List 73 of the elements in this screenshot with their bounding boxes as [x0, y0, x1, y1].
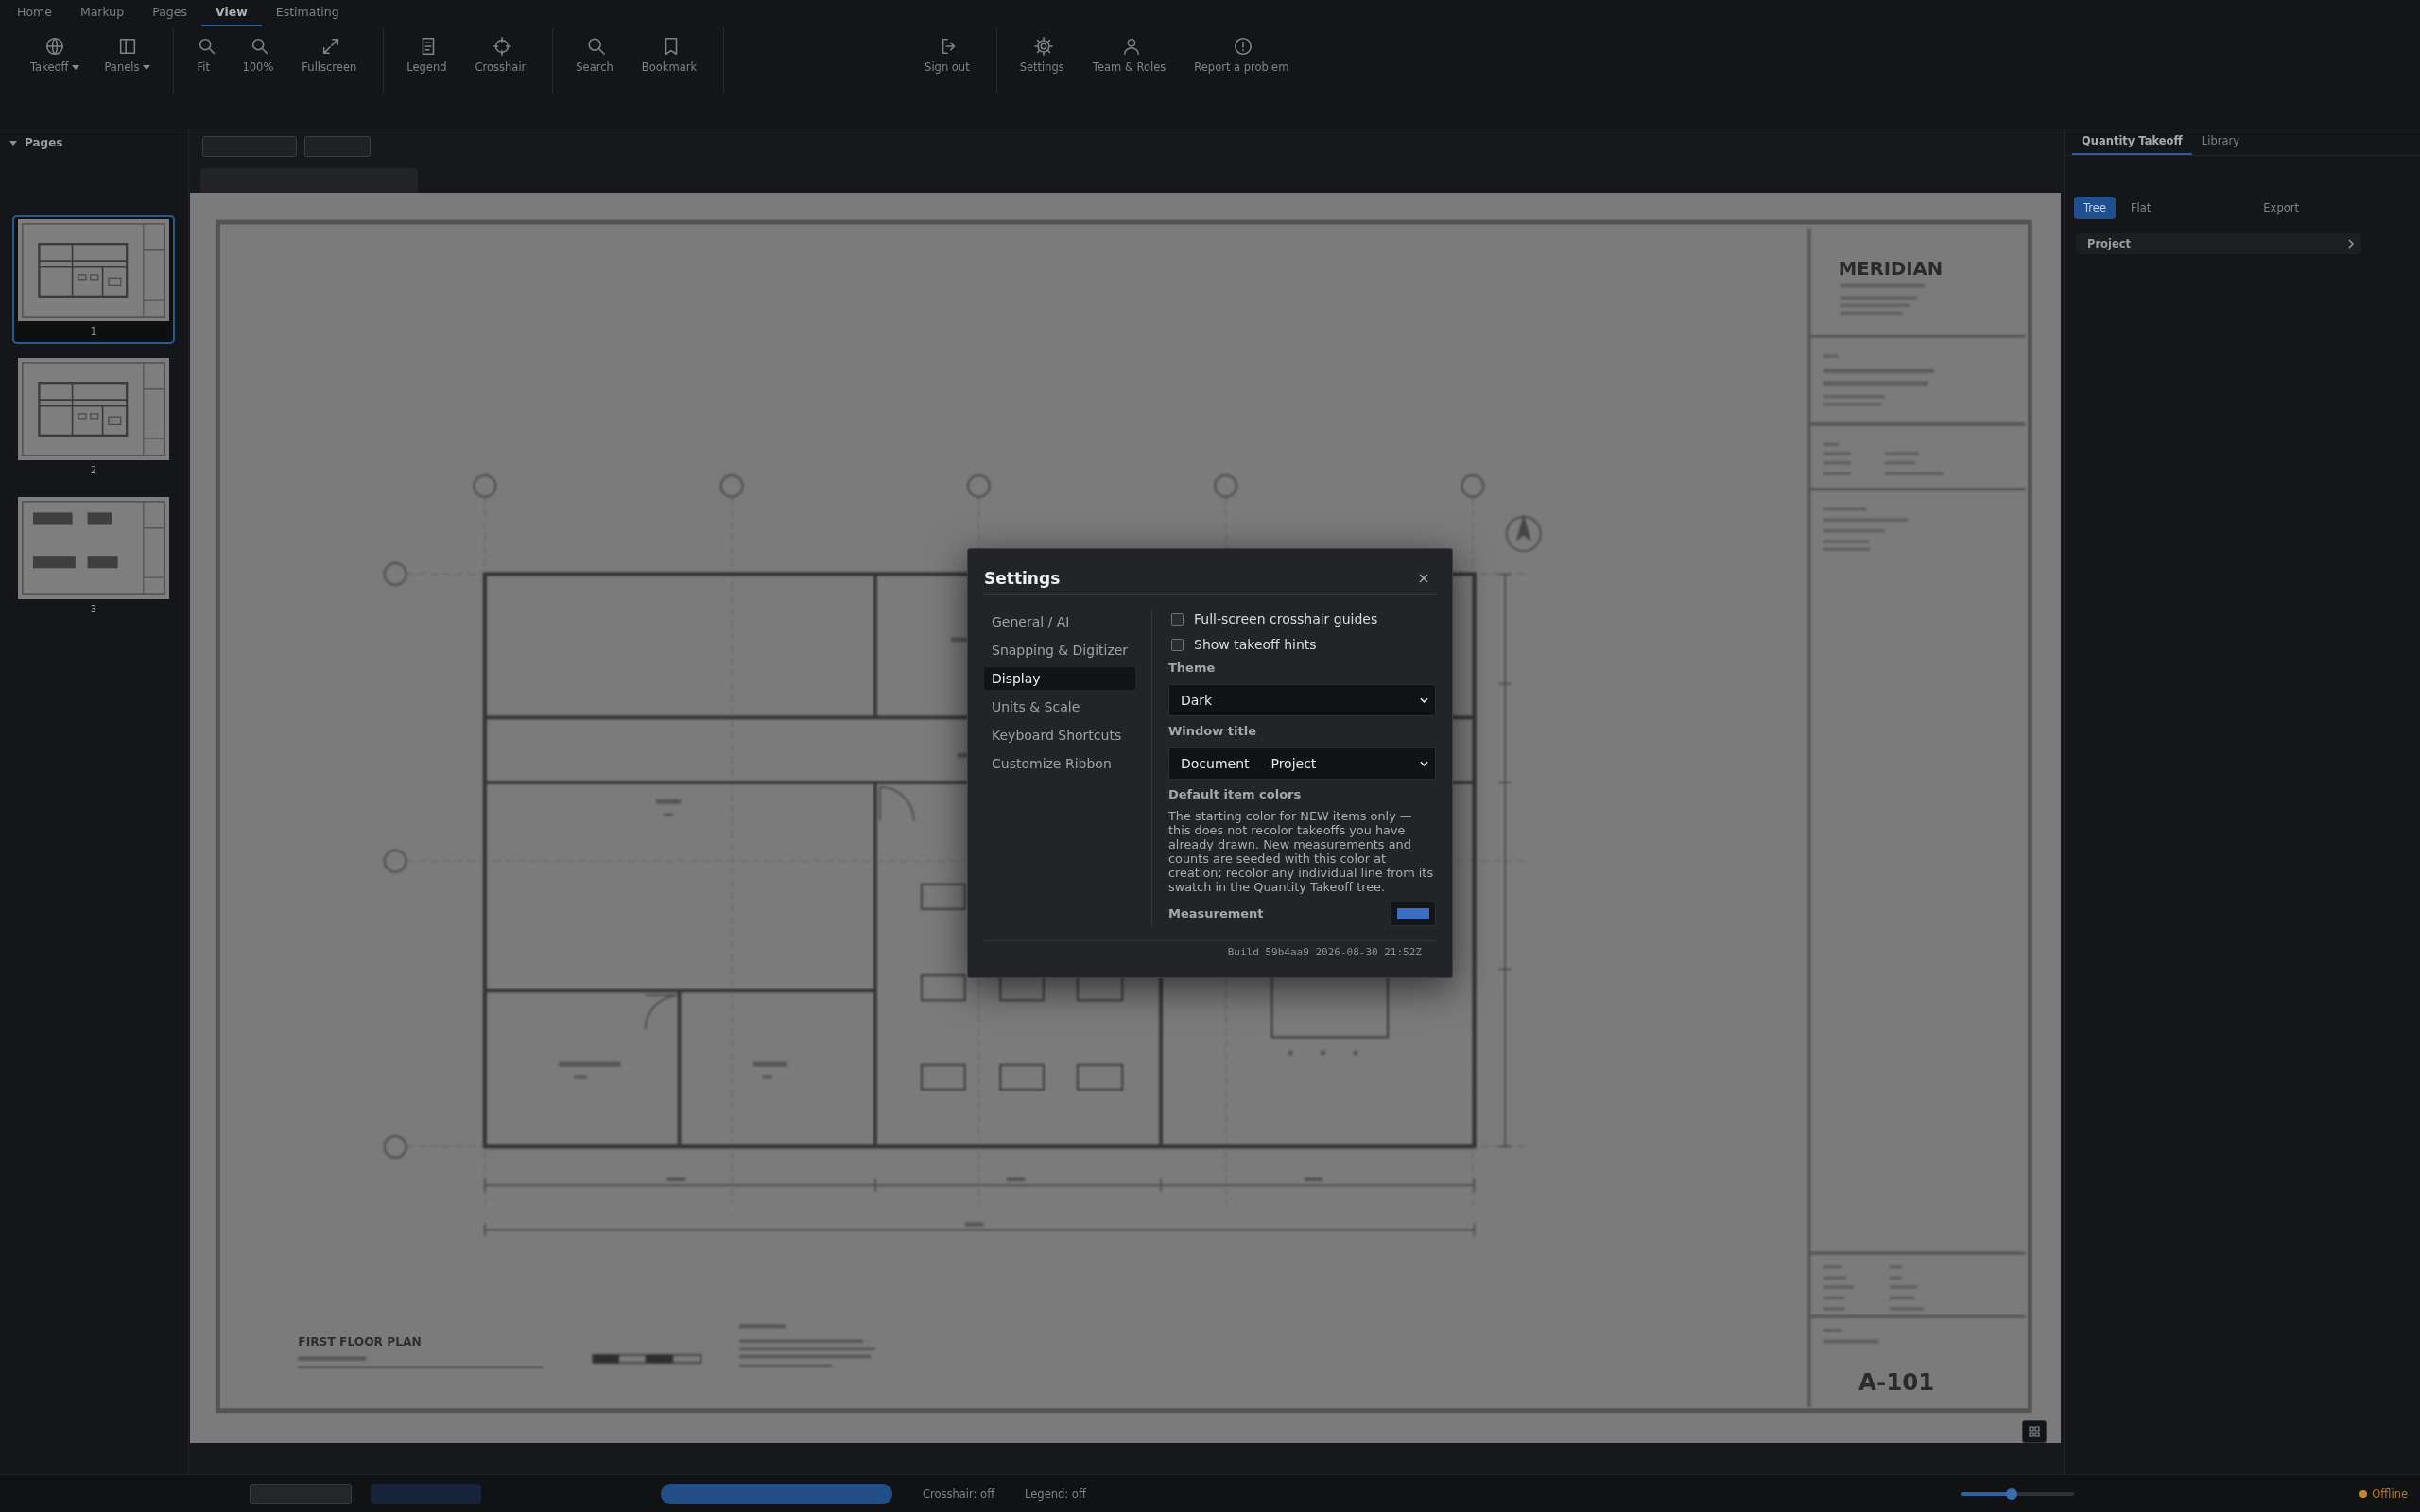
drawing-title: FIRST FLOOR PLAN	[298, 1335, 422, 1349]
settings-nav-item[interactable]: General / AI	[984, 610, 1135, 633]
page-thumbnail[interactable]: 2	[12, 354, 175, 483]
ribbon-button[interactable]: Fit	[187, 28, 228, 74]
color-label: Measurement	[1168, 906, 1264, 921]
checkbox-label: Show takeoff hints	[1194, 636, 1317, 653]
grid-icon	[2029, 1426, 2040, 1437]
section-title: Default item colors	[1168, 787, 1303, 802]
settings-nav-item[interactable]: Keyboard Shortcuts	[984, 724, 1135, 747]
view-button[interactable]	[2022, 1420, 2047, 1443]
sheet-number: A-101	[1858, 1368, 1935, 1397]
search-icon	[586, 36, 608, 57]
ribbon-tab[interactable]: Estimating	[261, 0, 354, 26]
caret-icon	[143, 64, 151, 70]
ribbon-button[interactable]: Sign out	[915, 28, 983, 74]
panel-tab[interactable]: Quantity Takeoff	[2072, 129, 2192, 155]
ribbon-button[interactable]: 100%	[233, 28, 287, 74]
settings-nav-item[interactable]: Display	[984, 667, 1135, 690]
checkbox[interactable]	[1171, 638, 1184, 651]
ribbon-tab[interactable]: Home	[3, 0, 66, 26]
view-toggle[interactable]: Flat	[2120, 197, 2161, 219]
ribbon-button[interactable]: Takeoff	[21, 28, 90, 74]
slider-thumb[interactable]	[2006, 1487, 2018, 1500]
settings-nav-item[interactable]: Units & Scale	[984, 696, 1135, 718]
chevron-icon	[1420, 697, 1428, 703]
settings-nav-item[interactable]: Customize Ribbon	[984, 752, 1135, 775]
crosshair-icon	[492, 36, 513, 57]
caret-icon[interactable]	[9, 140, 17, 146]
checkbox-label: Full-screen crosshair guides	[1194, 610, 1378, 627]
field-label: Window title	[1168, 724, 1257, 739]
ribbon-button[interactable]: Panels	[95, 28, 161, 74]
status-dropdown[interactable]	[250, 1483, 352, 1504]
ribbon-button[interactable]: Report a problem	[1184, 28, 1303, 74]
dropdown-field[interactable]: Document — Project	[1168, 747, 1436, 780]
page-thumbnail[interactable]: 3	[12, 493, 175, 622]
ribbon-tab[interactable]: View	[201, 0, 262, 26]
alert-icon	[1233, 36, 1254, 57]
dialog-title: Settings	[984, 568, 1061, 589]
color-picker[interactable]	[1391, 902, 1436, 926]
build-info: Build 59b4aa9 2026-08-30 21:52Z	[1227, 946, 1422, 959]
description-text: The starting color for NEW items only — this does not recolor takeoffs you have already drawn. New measurements and counts are seeded with this color at creation; recolor any individual line from its swatch in the Quantity Takeoff tree.	[1168, 809, 1435, 894]
dropdown-field[interactable]: Dark	[1168, 684, 1436, 716]
status-toggle[interactable]: Crosshair: off	[923, 1486, 995, 1501]
ribbon-button[interactable]: Bookmark	[631, 28, 711, 74]
status-toggle[interactable]: Legend: off	[1025, 1486, 1086, 1501]
connection-status: Offline	[2372, 1486, 2408, 1501]
page-number: 1	[90, 325, 97, 338]
field-label: Theme	[1168, 661, 1217, 676]
close-icon	[1419, 574, 1428, 583]
ribbon-button[interactable]: Fullscreen	[292, 28, 371, 74]
view-toggle[interactable]: Tree	[2074, 197, 2116, 219]
panel-title: Pages	[25, 136, 63, 149]
export-button[interactable]: Export	[2256, 197, 2307, 219]
ribbon-button[interactable]: Search	[566, 28, 627, 74]
tree-row[interactable]: Project	[2076, 233, 2361, 254]
ribbon-tab[interactable]: Pages	[138, 0, 201, 26]
sheet-logo: MERIDIAN	[1838, 257, 1944, 280]
page-thumbnail[interactable]: 1	[12, 215, 175, 344]
ribbon-button[interactable]: Crosshair	[465, 28, 540, 74]
chevron-icon	[1420, 761, 1428, 766]
checkbox[interactable]	[1171, 612, 1184, 626]
page-number: 2	[90, 464, 97, 477]
ribbon-button[interactable]: Settings	[1010, 28, 1078, 74]
chevron-icon	[2348, 239, 2354, 249]
settings-icon	[1033, 36, 1055, 57]
page-number: 3	[90, 603, 97, 616]
ribbon-tab[interactable]: Markup	[65, 0, 139, 26]
settings-nav-item[interactable]: Snapping & Digitizer	[984, 639, 1135, 662]
ribbon-button[interactable]: Team & Roles	[1082, 28, 1180, 74]
ribbon-button[interactable]: Legend	[397, 28, 460, 74]
globe-icon	[44, 36, 66, 57]
panel-tab[interactable]: Library	[2191, 129, 2250, 155]
caret-icon	[72, 64, 80, 70]
